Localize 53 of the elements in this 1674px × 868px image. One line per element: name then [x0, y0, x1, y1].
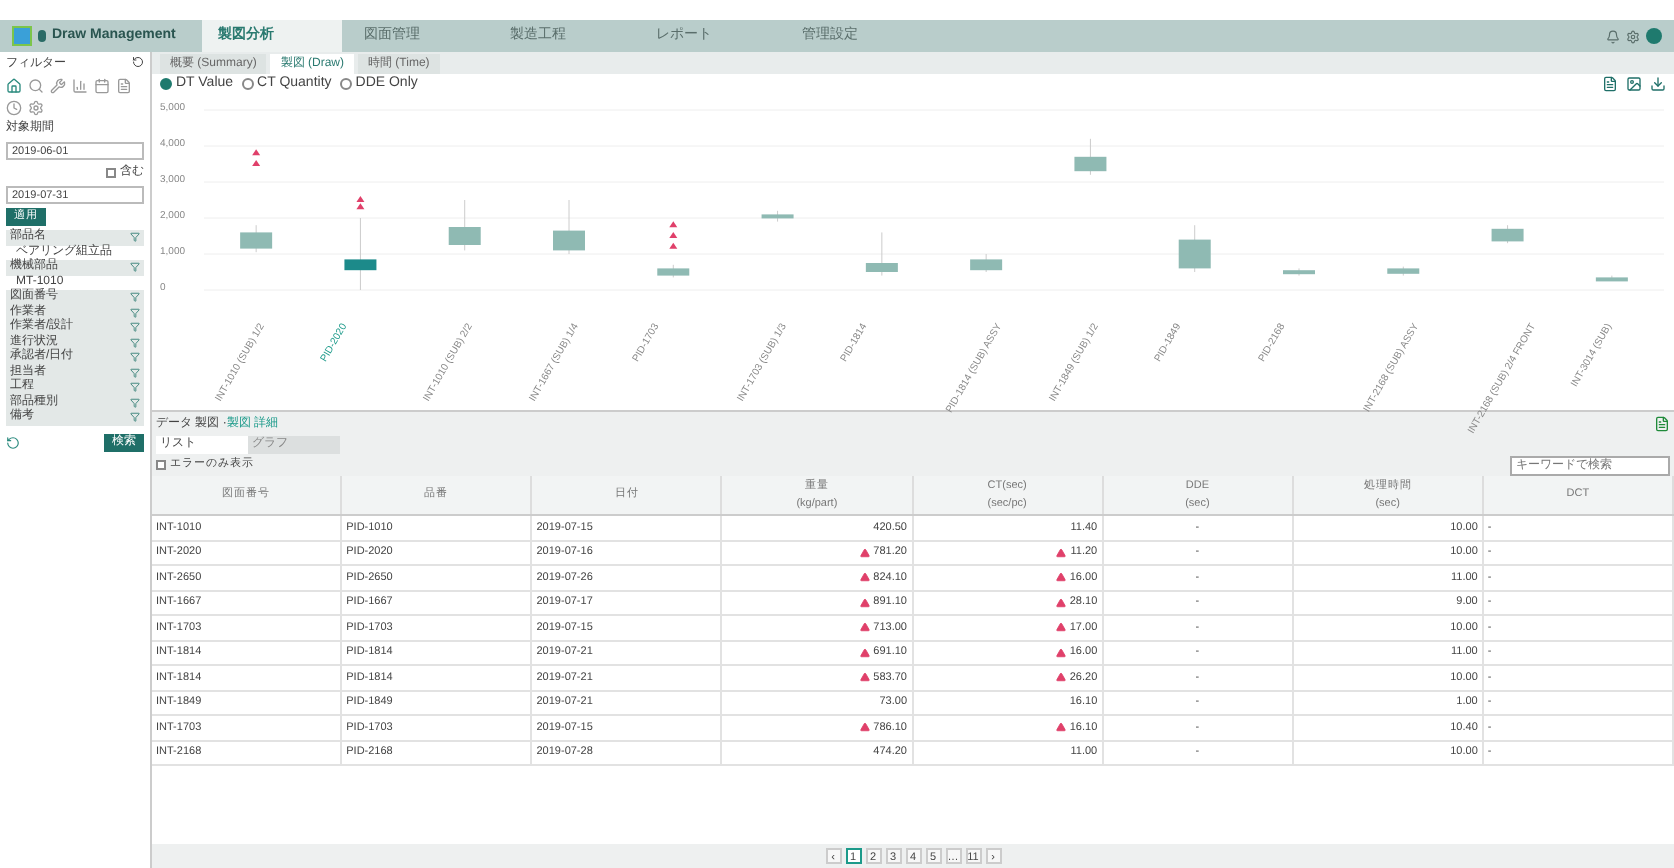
box-plot — [970, 253, 1003, 273]
box-plot — [240, 224, 273, 253]
radio-button[interactable] — [160, 78, 172, 90]
chart-icon[interactable] — [72, 78, 88, 94]
bell-icon[interactable] — [1606, 29, 1620, 43]
settings-icon[interactable] — [1626, 29, 1640, 43]
box-plot — [1178, 224, 1211, 273]
image-icon[interactable] — [1626, 76, 1642, 92]
box-plot — [1595, 275, 1628, 282]
user-avatar[interactable] — [1646, 28, 1662, 44]
filter-icon[interactable] — [130, 382, 140, 393]
export-icon[interactable] — [1654, 416, 1670, 432]
document-icon[interactable] — [1602, 76, 1618, 92]
radio-button[interactable] — [339, 78, 352, 90]
filter-icon[interactable] — [130, 322, 140, 333]
reset-icon[interactable] — [132, 56, 144, 68]
box-plot — [344, 217, 377, 291]
gear-icon[interactable] — [28, 100, 44, 116]
filter-icon[interactable] — [130, 232, 140, 243]
document-icon[interactable] — [116, 78, 132, 94]
outlier-marker — [669, 232, 678, 238]
logo-icon — [12, 26, 32, 46]
box-plot — [865, 231, 898, 277]
filter-icon[interactable] — [130, 412, 140, 423]
include-checkbox[interactable] — [106, 168, 116, 178]
home-icon[interactable] — [6, 78, 22, 94]
filter-icon[interactable] — [130, 307, 140, 318]
download-icon[interactable] — [1650, 76, 1666, 92]
filter-icon[interactable] — [130, 292, 140, 303]
box-plot — [1074, 138, 1107, 176]
radio-button[interactable] — [241, 78, 254, 90]
box-plot — [1283, 267, 1315, 277]
filter-icon[interactable] — [130, 352, 140, 363]
errors-checkbox[interactable] — [156, 460, 166, 470]
box-plot — [1491, 224, 1524, 244]
outlier-marker — [252, 149, 261, 156]
filter-icon[interactable] — [130, 262, 140, 273]
search-icon[interactable] — [28, 78, 44, 94]
outlier-marker — [252, 160, 261, 166]
wrench-icon[interactable] — [50, 78, 66, 94]
calendar-icon[interactable] — [94, 78, 110, 94]
outlier-marker — [669, 242, 678, 249]
box-plot — [553, 199, 585, 255]
clock-icon[interactable] — [6, 100, 22, 116]
filter-icon[interactable] — [130, 367, 140, 378]
filter-icon[interactable] — [130, 397, 140, 408]
box-plot — [657, 264, 690, 278]
pin-icon — [38, 30, 46, 42]
filter-icon[interactable] — [130, 337, 140, 348]
box-plot — [448, 199, 481, 251]
outlier-marker — [669, 221, 678, 228]
undo-icon[interactable] — [6, 435, 20, 449]
box-plot — [1387, 266, 1420, 277]
